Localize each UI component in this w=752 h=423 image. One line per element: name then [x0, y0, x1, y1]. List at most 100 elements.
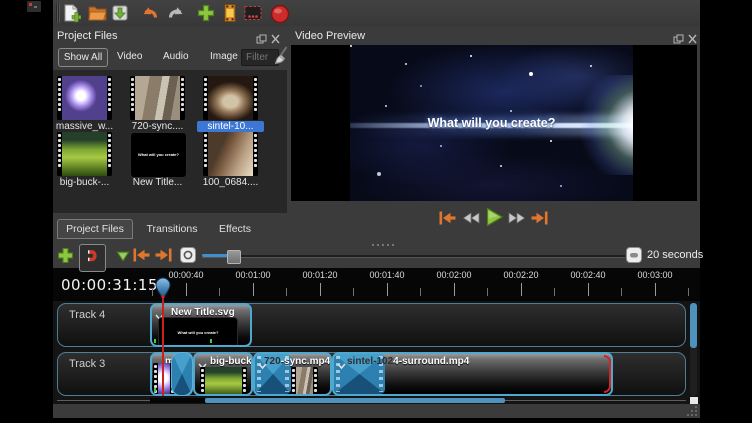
- undo-icon[interactable]: [139, 3, 159, 23]
- file-thumbnail-pottery: [203, 76, 258, 120]
- clip-label: big-buck-: [210, 356, 253, 367]
- ruler-major-tick: [186, 283, 187, 296]
- filmstrip-sprockets: [107, 132, 112, 176]
- play-button[interactable]: [483, 206, 505, 233]
- ruler-minor-tick: [286, 288, 287, 296]
- ruler-minor-tick: [688, 288, 689, 296]
- zoom-level-label: 20 seconds: [647, 249, 703, 261]
- transition-clip[interactable]: [171, 352, 193, 396]
- clip-trim-edge[interactable]: [604, 355, 611, 393]
- filmstrip-sprockets: [107, 76, 112, 120]
- clip-menu-chevron-icon[interactable]: [337, 357, 346, 375]
- video-preview-float-icon[interactable]: [673, 31, 684, 41]
- tab-effects[interactable]: Effects: [211, 219, 259, 239]
- filmstrip-sprockets: [57, 132, 62, 176]
- zoom-out-icon[interactable]: [180, 247, 196, 268]
- ruler-time-label: 00:03:00: [637, 270, 672, 280]
- vertical-scrollbar[interactable]: [690, 303, 697, 396]
- clip-thumbnail-building: [291, 367, 318, 396]
- project-file-item[interactable]: What will you create?New Title...: [130, 132, 185, 188]
- vertical-scrollbar-thumb[interactable]: [690, 303, 697, 348]
- add-marker-button[interactable]: [115, 249, 131, 268]
- thumbnail-image: [62, 76, 107, 120]
- filmstrip-sprockets: [291, 367, 296, 396]
- horizontal-scrollbar-thumb[interactable]: [205, 398, 505, 403]
- file-label[interactable]: big-buck-...: [51, 177, 118, 188]
- window-resize-grip[interactable]: [684, 405, 698, 417]
- zoom-slider-track[interactable]: [202, 255, 625, 258]
- playhead-marker[interactable]: [154, 277, 172, 300]
- project-files-close-icon[interactable]: [270, 31, 281, 41]
- project-file-item[interactable]: big-buck-...: [57, 132, 112, 188]
- ruler-time-label: 00:02:00: [436, 270, 471, 280]
- dock-splitter-handle[interactable]: [372, 236, 397, 254]
- open-project-icon[interactable]: [87, 3, 107, 23]
- previous-marker-button[interactable]: [132, 247, 151, 268]
- video-preview-title: Video Preview: [295, 30, 365, 42]
- project-file-item[interactable]: sintel-10...: [203, 76, 258, 132]
- timeline-ruler[interactable]: 00:00:31:15 00:00:4000:01:0000:01:2000:0…: [53, 268, 700, 301]
- clip-4-surround-mp4[interactable]: sintel-1024-surround.mp4: [332, 352, 613, 396]
- tab-project-files[interactable]: Project Files: [57, 219, 133, 239]
- next-marker-button[interactable]: [154, 247, 173, 268]
- export-video-icon[interactable]: [269, 3, 289, 23]
- filmstrip-sprockets: [130, 76, 135, 120]
- ruler-minor-tick: [554, 288, 555, 296]
- keyframe-mark: [154, 388, 156, 392]
- thumbnail-image: [135, 76, 180, 120]
- filter-button-show-all[interactable]: Show All: [58, 48, 108, 67]
- choose-profile-icon[interactable]: [220, 3, 240, 23]
- redo-icon[interactable]: [167, 3, 187, 23]
- clip-new-title-svg[interactable]: New Title.svgWhat will you create?: [150, 303, 252, 347]
- zoom-duration-icon[interactable]: [626, 247, 642, 268]
- project-file-item[interactable]: 100_0684....: [203, 132, 258, 188]
- toolbar-drag-handle[interactable]: [56, 3, 60, 23]
- ruler-time-label: 00:02:40: [570, 270, 605, 280]
- video-preview-area[interactable]: What will you create?: [291, 45, 697, 201]
- filmstrip-sprockets: [253, 76, 258, 120]
- screenshot-stage: Project Files massive_w... 720-sync.... si…: [0, 0, 752, 423]
- ruler-time-label: 00:01:00: [235, 270, 270, 280]
- clip-big-buck-[interactable]: big-buck-: [193, 352, 253, 396]
- file-thumbnail-grass: [57, 132, 112, 176]
- filter-button-audio[interactable]: Audio: [163, 51, 189, 62]
- filter-button-image[interactable]: Image: [210, 51, 238, 62]
- fast-forward-button[interactable]: [507, 210, 526, 231]
- ruler-minor-tick: [219, 288, 220, 296]
- snapping-button[interactable]: [79, 244, 106, 272]
- file-label[interactable]: 720-sync....: [124, 121, 191, 132]
- video-preview-close-icon[interactable]: [687, 31, 698, 41]
- clip-thumbnail-title: What will you create?: [158, 317, 238, 347]
- file-label-selected[interactable]: sintel-10...: [197, 121, 264, 132]
- project-files-float-icon[interactable]: [256, 31, 267, 41]
- file-label[interactable]: 100_0684....: [197, 177, 264, 188]
- project-file-item[interactable]: 720-sync....: [130, 76, 185, 132]
- filmstrip-sprockets: [180, 76, 185, 120]
- ruler-minor-tick: [152, 288, 153, 296]
- add-track-button[interactable]: [56, 246, 75, 270]
- ruler-minor-tick: [353, 288, 354, 296]
- jump-start-button[interactable]: [438, 210, 457, 231]
- tab-transitions[interactable]: Transitions: [137, 219, 207, 239]
- save-project-icon[interactable]: [110, 3, 130, 23]
- ruler-time-label: 00:01:20: [302, 270, 337, 280]
- clear-filter-broom-icon[interactable]: [273, 46, 289, 70]
- fullscreen-icon[interactable]: [243, 3, 263, 23]
- zoom-slider-handle[interactable]: [227, 250, 241, 264]
- keyframe-mark: [210, 339, 212, 343]
- file-label[interactable]: massive_w...: [51, 121, 118, 132]
- clip-label: 720-sync.mp4: [264, 356, 330, 367]
- project-file-item[interactable]: massive_w...: [57, 76, 112, 132]
- import-files-icon[interactable]: [196, 3, 216, 23]
- clip--sync-mp4[interactable]: 720-sync.mp4: [253, 352, 332, 396]
- video-frame: What will you create?: [350, 45, 633, 201]
- new-project-icon[interactable]: [61, 3, 81, 23]
- title-thumb-caption: What will you create?: [131, 153, 186, 157]
- file-label[interactable]: New Title...: [124, 177, 191, 188]
- rewind-button[interactable]: [462, 210, 481, 231]
- file-thumbnail-title: What will you create?: [130, 132, 187, 178]
- filter-button-video[interactable]: Video: [117, 51, 142, 62]
- jump-end-button[interactable]: [530, 210, 549, 231]
- thumbnail-image: [208, 132, 253, 176]
- ruler-time-label: 00:01:40: [369, 270, 404, 280]
